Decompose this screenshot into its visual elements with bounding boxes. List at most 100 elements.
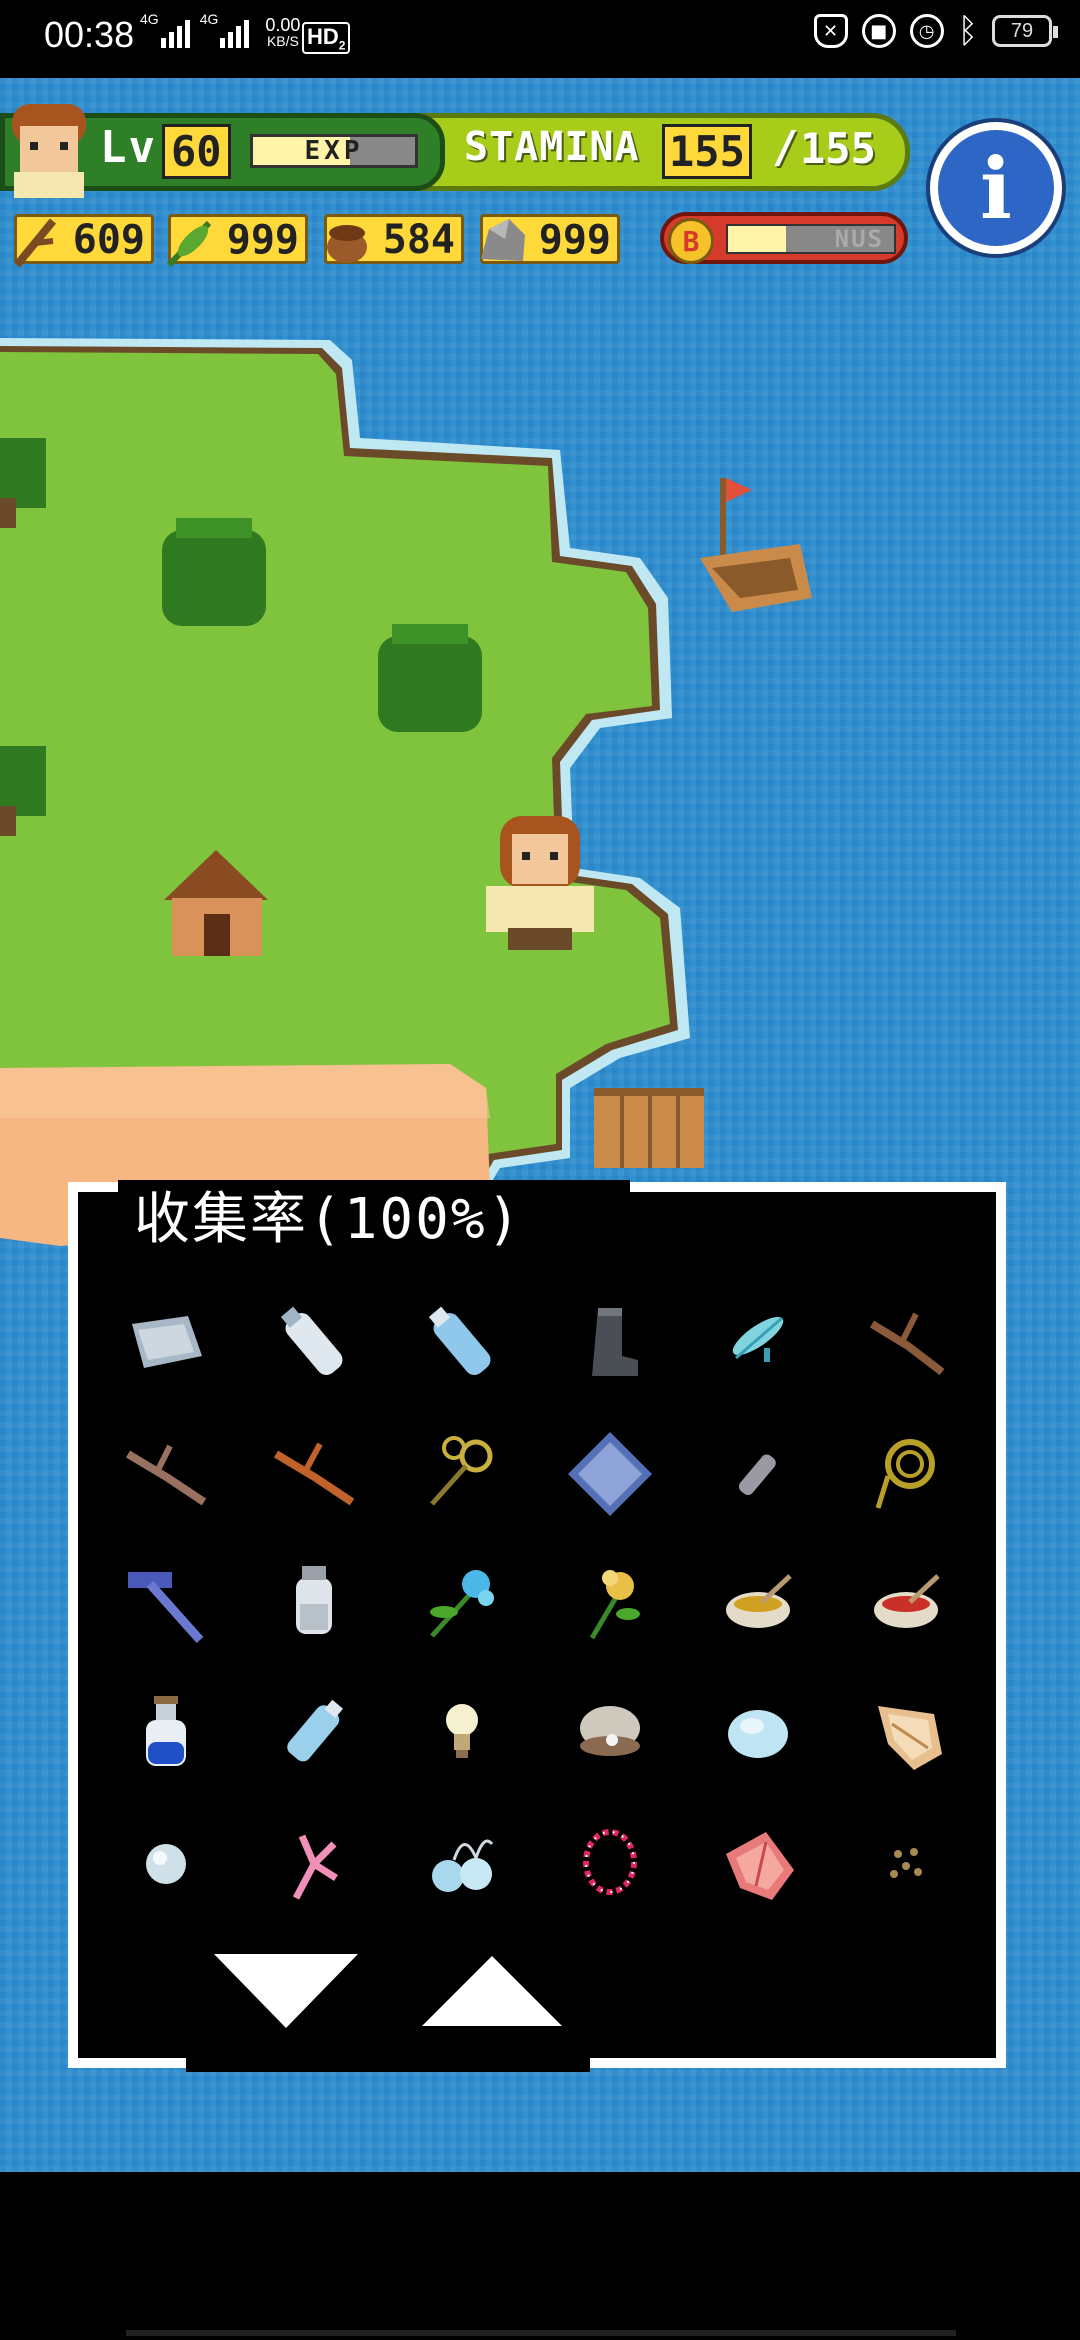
seeds-icon — [890, 1848, 922, 1878]
collection-item[interactable] — [92, 1406, 240, 1538]
collection-item[interactable] — [684, 1276, 832, 1408]
stamina-max: 155 — [800, 124, 876, 173]
collection-item[interactable] — [536, 1796, 684, 1928]
collection-item[interactable] — [536, 1536, 684, 1668]
collection-item[interactable] — [832, 1796, 980, 1928]
collection-item[interactable] — [832, 1666, 980, 1798]
resource-value: 999 — [538, 217, 611, 263]
navigation-handle[interactable] — [126, 2330, 956, 2336]
collection-item[interactable] — [388, 1536, 536, 1668]
jar-icon — [296, 1566, 332, 1634]
blue-flower-icon — [430, 1570, 494, 1638]
collection-item[interactable] — [240, 1666, 388, 1798]
pearl-icon — [146, 1844, 186, 1884]
collection-item[interactable] — [92, 1666, 240, 1798]
resource-branch: 609 — [13, 214, 154, 268]
exp-bar: EXP — [250, 134, 418, 168]
conch-icon — [878, 1706, 942, 1770]
mirror-icon — [568, 1432, 652, 1516]
collection-item[interactable] — [240, 1796, 388, 1928]
collection-item[interactable] — [240, 1406, 388, 1538]
collection-item[interactable] — [684, 1406, 832, 1538]
stamina-label: STAMINA — [464, 124, 640, 170]
egg-icon — [728, 1710, 788, 1758]
signal-bars-icon — [160, 12, 190, 48]
collection-item[interactable] — [92, 1796, 240, 1928]
alarm-icon: ◷ — [909, 14, 944, 48]
collection-title: 收集率(100%) — [134, 1187, 523, 1252]
player-avatar-icon[interactable] — [6, 100, 92, 200]
bell-off-icon: ✕ — [813, 14, 848, 48]
nut-icon — [327, 225, 367, 263]
bonus-coin-icon: B — [668, 218, 714, 264]
arrow-down-icon[interactable] — [214, 1954, 358, 2028]
resource-value: 999 — [226, 217, 299, 263]
tube-icon — [738, 1454, 776, 1496]
collection-item[interactable] — [240, 1276, 388, 1408]
resource-value: 584 — [382, 217, 455, 263]
clam-icon — [580, 1706, 640, 1756]
hammer-icon — [128, 1572, 204, 1643]
stamina-separator: / — [772, 122, 799, 173]
collection-item[interactable] — [92, 1536, 240, 1668]
coral-icon — [292, 1834, 338, 1900]
collection-item[interactable] — [240, 1536, 388, 1668]
collection-item[interactable] — [684, 1666, 832, 1798]
collection-item[interactable] — [388, 1666, 536, 1798]
necklace-icon — [583, 1829, 637, 1895]
collection-item[interactable] — [388, 1276, 536, 1408]
signal-1: 4G — [140, 12, 190, 48]
racket-icon — [430, 1436, 493, 1506]
info-button[interactable]: i — [926, 118, 1066, 258]
potion-icon — [146, 1696, 186, 1766]
hd-voice-icon: HD2 — [302, 22, 351, 55]
collection-item[interactable] — [536, 1666, 684, 1798]
orange-branch-icon — [273, 1442, 355, 1506]
collection-item[interactable] — [832, 1276, 980, 1408]
status-bar: 00:38 4G 4G 0.00 KB/S HD2 ✕ ■ ◷ ᛒ 79 — [0, 0, 1080, 78]
water-bottle-icon — [428, 1306, 491, 1375]
collection-item[interactable] — [536, 1406, 684, 1538]
boat-icon[interactable] — [700, 478, 812, 612]
bonus-label: NUS — [834, 225, 884, 253]
arrow-up-icon[interactable] — [422, 1956, 562, 2026]
info-icon: i — [938, 130, 1054, 246]
boot-icon — [592, 1308, 638, 1376]
level-value: 60 — [162, 124, 231, 179]
bulb-icon — [446, 1704, 478, 1758]
branch-icon — [869, 1312, 945, 1376]
collection-item[interactable] — [92, 1276, 240, 1408]
status-icons: ✕ ■ ◷ ᛒ 79 — [813, 11, 1058, 51]
dock-icon[interactable] — [594, 1088, 704, 1168]
mortar-icon — [874, 1574, 940, 1628]
resource-nut: 584 — [324, 214, 464, 264]
bowl-icon — [726, 1574, 792, 1628]
collection-item[interactable] — [684, 1796, 832, 1928]
shell-icon — [726, 1832, 794, 1900]
bush-icon — [378, 624, 482, 732]
earrings-icon — [432, 1839, 494, 1892]
bonus-meter[interactable]: B NUS — [660, 212, 908, 264]
collection-item[interactable] — [388, 1796, 536, 1928]
yellow-flower-icon — [589, 1570, 640, 1640]
bluetooth-icon: ᛒ — [957, 11, 978, 51]
collection-item[interactable] — [832, 1536, 980, 1668]
leaf-icon — [166, 220, 212, 268]
resource-leaf: 999 — [166, 214, 308, 268]
panel-bottom-gap — [186, 2058, 590, 2072]
twig-icon — [125, 1444, 207, 1506]
cloth-icon — [132, 1316, 202, 1368]
branch-icon — [13, 218, 57, 268]
rope-icon — [875, 1439, 935, 1509]
stone-icon — [481, 219, 525, 261]
collection-item[interactable] — [684, 1536, 832, 1668]
lock-rotation-icon: ■ — [861, 14, 896, 48]
collection-item[interactable] — [388, 1406, 536, 1538]
resource-stone: 999 — [480, 214, 620, 264]
collection-item[interactable] — [536, 1276, 684, 1408]
bush-icon — [162, 518, 266, 626]
feather-icon — [732, 1316, 784, 1362]
resource-value: 609 — [72, 217, 145, 263]
collection-item[interactable] — [832, 1406, 980, 1538]
stamina-current: 155 — [662, 124, 752, 179]
